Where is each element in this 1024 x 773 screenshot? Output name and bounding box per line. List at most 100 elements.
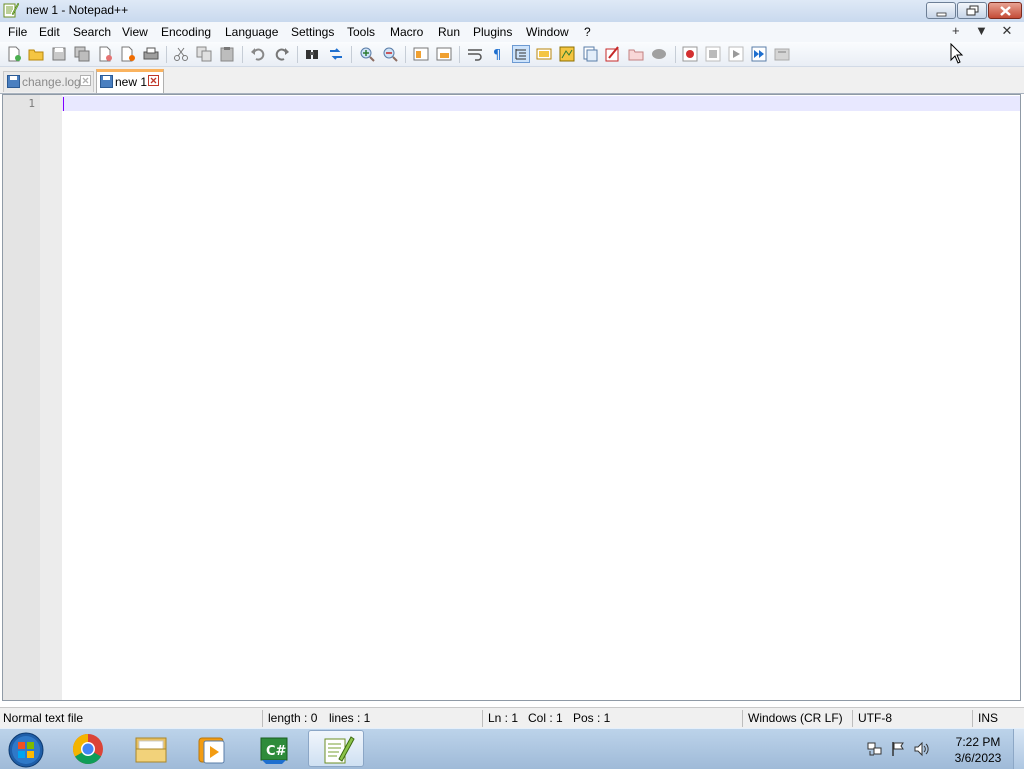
status-encoding[interactable]: UTF-8 — [858, 711, 892, 725]
menu-language[interactable]: Language — [225, 24, 278, 40]
folder-icon — [135, 737, 167, 763]
chrome-icon — [72, 734, 103, 765]
save-all-icon[interactable] — [74, 46, 90, 62]
copy-icon[interactable] — [196, 46, 212, 62]
text-editor[interactable]: 1 — [2, 94, 1021, 701]
clock-time[interactable]: 7:22 PM — [948, 735, 1008, 749]
close-file-icon[interactable] — [97, 46, 113, 62]
media-player-icon — [198, 737, 225, 764]
menu-help[interactable]: ? — [584, 24, 591, 40]
open-file-icon[interactable] — [28, 46, 44, 62]
folder-as-workspace-icon[interactable] — [605, 46, 621, 62]
toolbar-separator — [242, 46, 243, 63]
window-title: new 1 - Notepad++ — [26, 3, 129, 17]
status-insert-mode[interactable]: INS — [978, 711, 998, 725]
taskbar-csharp-app[interactable]: C# — [246, 730, 302, 767]
menu-view[interactable]: View — [122, 24, 148, 40]
taskbar-chrome[interactable] — [60, 730, 116, 767]
system-tray: 7:22 PM 3/6/2023 — [862, 729, 1024, 769]
start-recording-icon[interactable] — [682, 46, 698, 62]
menu-settings[interactable]: Settings — [291, 24, 334, 40]
tab-close-icon[interactable] — [148, 75, 159, 86]
status-separator — [972, 710, 973, 727]
doc-switcher-icon[interactable] — [651, 46, 667, 62]
sync-vertical-icon[interactable] — [413, 46, 429, 62]
restore-button[interactable] — [957, 2, 987, 19]
taskbar-file-explorer[interactable] — [123, 730, 179, 767]
menu-tools[interactable]: Tools — [347, 24, 375, 40]
status-line: Ln : 1 — [488, 711, 519, 725]
user-defined-language-icon[interactable] — [536, 46, 552, 62]
toolbar: ¶ — [0, 42, 1024, 67]
paste-icon[interactable] — [219, 46, 235, 62]
close-all-icon[interactable] — [120, 46, 136, 62]
title-bar[interactable]: new 1 - Notepad++ — [0, 0, 1024, 23]
tab-close-icon[interactable] — [80, 75, 91, 86]
clock-date[interactable]: 3/6/2023 — [948, 751, 1008, 765]
zoom-out-icon[interactable] — [382, 46, 398, 62]
notepad-plus-plus-icon — [3, 2, 19, 18]
volume-icon[interactable] — [914, 741, 930, 757]
status-bar: Normal text file length : 0 lines : 1 Ln… — [0, 707, 1024, 729]
replace-icon[interactable] — [328, 46, 344, 62]
indent-guide-icon[interactable] — [512, 45, 530, 63]
svg-text:¶: ¶ — [493, 48, 501, 62]
fold-margin[interactable] — [40, 95, 62, 700]
function-list-icon[interactable] — [582, 46, 598, 62]
start-orb-icon[interactable] — [4, 730, 44, 768]
tab-list-dropdown-icon[interactable]: ▼ — [970, 23, 992, 38]
redo-icon[interactable] — [274, 46, 290, 62]
taskbar-notepad-plus-plus[interactable] — [308, 730, 364, 767]
toolbar-separator — [166, 46, 167, 63]
menu-macro[interactable]: Macro — [390, 24, 423, 40]
status-eol[interactable]: Windows (CR LF) — [748, 711, 843, 725]
csharp-icon: C# — [260, 737, 288, 764]
cut-icon[interactable] — [173, 46, 189, 62]
show-desktop-button[interactable] — [1013, 729, 1024, 769]
status-separator — [742, 710, 743, 727]
run-macro-multiple-icon[interactable] — [751, 46, 767, 62]
mouse-pointer-icon — [950, 43, 964, 64]
undo-icon[interactable] — [250, 46, 266, 62]
menu-edit[interactable]: Edit — [39, 24, 60, 40]
menubar-right-controls: + ▼ ✕ — [945, 23, 1018, 39]
save-icon[interactable] — [51, 46, 67, 62]
tab-new-1[interactable]: new 1 — [96, 69, 164, 93]
line-number: 1 — [28, 97, 35, 110]
playback-icon[interactable] — [728, 46, 744, 62]
status-column: Col : 1 — [528, 711, 563, 725]
stop-recording-icon[interactable] — [705, 46, 721, 62]
tab-label: new 1 — [115, 75, 148, 89]
document-tab-bar: change.log new 1 — [0, 67, 1024, 94]
tab-change-log[interactable]: change.log — [3, 71, 94, 92]
status-separator — [482, 710, 483, 727]
menu-file[interactable]: File — [8, 24, 27, 40]
menu-encoding[interactable]: Encoding — [161, 24, 211, 40]
zoom-in-icon[interactable] — [359, 46, 375, 62]
minimize-button[interactable] — [926, 2, 956, 19]
save-macro-icon[interactable] — [774, 46, 790, 62]
network-icon[interactable] — [867, 741, 883, 757]
status-separator — [262, 710, 263, 727]
new-tab-plus-icon[interactable]: + — [945, 23, 967, 38]
status-position: Pos : 1 — [573, 711, 611, 725]
menu-plugins[interactable]: Plugins — [473, 24, 512, 40]
close-button[interactable] — [988, 2, 1022, 19]
monitoring-icon[interactable] — [628, 46, 644, 62]
action-center-flag-icon[interactable] — [890, 741, 906, 757]
word-wrap-icon[interactable] — [467, 46, 483, 62]
sync-horizontal-icon[interactable] — [436, 46, 452, 62]
show-all-characters-icon[interactable]: ¶ — [490, 46, 506, 62]
taskbar-media-player[interactable] — [184, 730, 240, 767]
new-file-icon[interactable] — [6, 46, 22, 62]
menu-window[interactable]: Window — [526, 24, 569, 40]
menu-run[interactable]: Run — [438, 24, 460, 40]
menu-bar: File Edit Search View Encoding Language … — [0, 22, 1024, 42]
document-map-icon[interactable] — [559, 46, 575, 62]
line-number-margin: 1 — [3, 95, 40, 700]
status-length: length : 0 — [268, 711, 318, 725]
print-icon[interactable] — [143, 46, 159, 62]
find-icon[interactable] — [304, 46, 320, 62]
menu-search[interactable]: Search — [73, 24, 111, 40]
close-document-icon[interactable]: ✕ — [996, 23, 1018, 39]
